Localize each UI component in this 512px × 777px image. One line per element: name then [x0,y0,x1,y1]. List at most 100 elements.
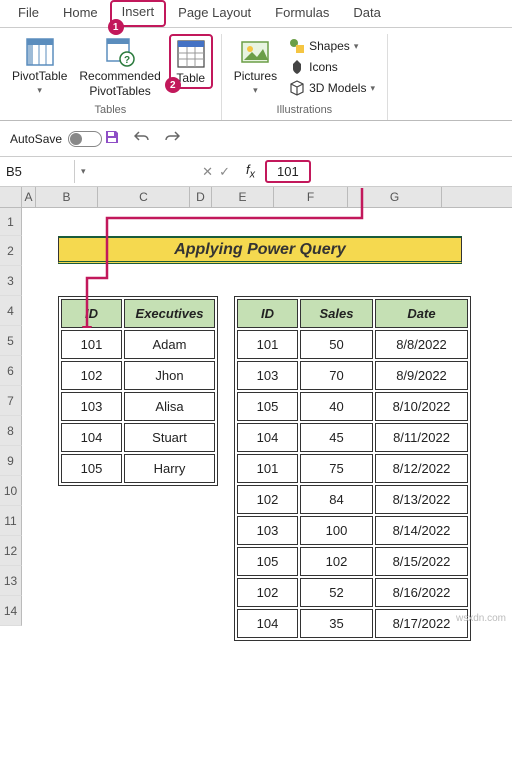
row-header[interactable]: 11 [0,506,22,536]
col-header-d[interactable]: D [190,187,212,207]
table-row[interactable]: 1051028/15/2022 [237,547,468,576]
table-row[interactable]: 103708/9/2022 [237,361,468,390]
table-row[interactable]: 105408/10/2022 [237,392,468,421]
row-header[interactable]: 8 [0,416,22,446]
row-header[interactable]: 5 [0,326,22,356]
svg-text:?: ? [124,55,130,66]
chevron-down-icon: ▾ [37,85,42,96]
group-tables-label: Tables [94,102,126,118]
cube-icon [289,80,305,96]
undo-icon [134,129,150,145]
recommended-pivot-icon: ? [104,36,136,68]
ribbon-tabs: File Home Insert 1 Page Layout Formulas … [0,0,512,28]
row-header[interactable]: 6 [0,356,22,386]
tab-insert-label: Insert [122,4,155,19]
col-header-b[interactable]: B [36,187,98,207]
col-header-a[interactable]: A [22,187,36,207]
3d-models-label: 3D Models [309,81,366,95]
pivot-table-button[interactable]: PivotTable ▾ [8,34,71,98]
table-row[interactable]: 104458/11/2022 [237,423,468,452]
row-header[interactable]: 3 [0,266,22,296]
cell-grid[interactable]: Applying Power Query IDExecutives 101Ada… [22,208,512,626]
row-header[interactable]: 14 [0,596,22,626]
name-box[interactable]: B5 [0,160,75,183]
icons-button[interactable]: Icons [285,57,379,77]
col-header-c[interactable]: C [98,187,190,207]
tab-formulas[interactable]: Formulas [263,0,341,27]
pictures-button[interactable]: Pictures ▾ [230,34,281,98]
row-header[interactable]: 10 [0,476,22,506]
recommended-pivot-button[interactable]: ? Recommended PivotTables [75,34,164,100]
watermark: wsxdn.com [456,613,506,624]
table-row[interactable]: 103Alisa [61,392,215,421]
shapes-button[interactable]: Shapes ▾ [285,36,379,56]
row-header[interactable]: 4 [0,296,22,326]
table-row[interactable]: 104Stuart [61,423,215,452]
row-headers: 1 2 3 4 5 6 7 8 9 10 11 12 13 14 [0,208,22,626]
table-row: IDSalesDate [237,299,468,328]
row-header[interactable]: 13 [0,566,22,596]
pivot-table-icon [24,36,56,68]
table-executives: IDExecutives 101Adam 102Jhon 103Alisa 10… [58,296,218,486]
group-tables: PivotTable ▾ ? Recommended PivotTables T… [0,34,222,120]
select-all-corner[interactable] [0,187,22,207]
row-header[interactable]: 2 [0,236,22,266]
pictures-label: Pictures [234,70,277,83]
fx-label[interactable]: fx [240,162,261,181]
chevron-down-icon[interactable]: ▾ [75,166,92,177]
redo-button[interactable] [162,127,182,150]
row-header[interactable]: 7 [0,386,22,416]
cancel-formula-button[interactable]: ✕ [202,164,213,180]
3d-models-button[interactable]: 3D Models ▾ [285,78,379,98]
undo-button[interactable] [132,127,152,150]
group-illustrations-label: Illustrations [277,102,333,118]
chevron-down-icon: ▾ [354,41,359,52]
autosave-toggle[interactable]: AutoSave Off [10,131,92,147]
table-row[interactable]: 102Jhon [61,361,215,390]
tab-page-layout[interactable]: Page Layout [166,0,263,27]
row-header[interactable]: 9 [0,446,22,476]
save-icon [104,129,120,145]
quick-access-toolbar: AutoSave Off [0,121,512,157]
tab-file[interactable]: File [6,0,51,27]
formula-value[interactable]: 101 [265,160,311,183]
tab-data[interactable]: Data [341,0,392,27]
table-sales: IDSalesDate 101508/8/2022 103708/9/2022 … [234,296,471,641]
row-header[interactable]: 1 [0,208,22,236]
th-date: Date [375,299,468,328]
worksheet: A B C D E F G 1 2 3 4 5 6 7 8 9 10 11 12… [0,187,512,626]
redo-icon [164,129,180,145]
formula-bar: B5 ▾ ✕ ✓ fx 101 [0,157,512,187]
col-header-e[interactable]: E [212,187,274,207]
table-row: IDExecutives [61,299,215,328]
recommended-label-2: PivotTables [89,85,150,98]
table-row[interactable]: 102848/13/2022 [237,485,468,514]
toggle-icon [68,131,102,147]
table-row[interactable]: 101Adam [61,330,215,359]
shapes-label: Shapes [309,39,350,53]
column-headers: A B C D E F G [0,187,512,208]
table-button[interactable]: Table 2 [169,34,213,89]
table-row[interactable]: 105Harry [61,454,215,483]
autosave-label: AutoSave [10,132,62,146]
save-button[interactable] [102,127,122,150]
th-id: ID [61,299,122,328]
title-banner: Applying Power Query [58,236,462,264]
table-row[interactable]: 101758/12/2022 [237,454,468,483]
tab-home[interactable]: Home [51,0,110,27]
tab-insert[interactable]: Insert 1 [110,0,167,27]
ribbon-body: PivotTable ▾ ? Recommended PivotTables T… [0,28,512,121]
th-sales: Sales [300,299,373,328]
col-header-g[interactable]: G [348,187,442,207]
table-icon [175,38,207,70]
pivot-table-label: PivotTable [12,70,67,83]
table-row[interactable]: 104358/17/2022 [237,609,468,638]
row-header[interactable]: 12 [0,536,22,566]
table-row[interactable]: 1031008/14/2022 [237,516,468,545]
chevron-down-icon: ▾ [253,85,258,96]
col-header-f[interactable]: F [274,187,348,207]
pictures-icon [239,36,271,68]
table-row[interactable]: 102528/16/2022 [237,578,468,607]
table-row[interactable]: 101508/8/2022 [237,330,468,359]
enter-formula-button[interactable]: ✓ [219,164,230,180]
